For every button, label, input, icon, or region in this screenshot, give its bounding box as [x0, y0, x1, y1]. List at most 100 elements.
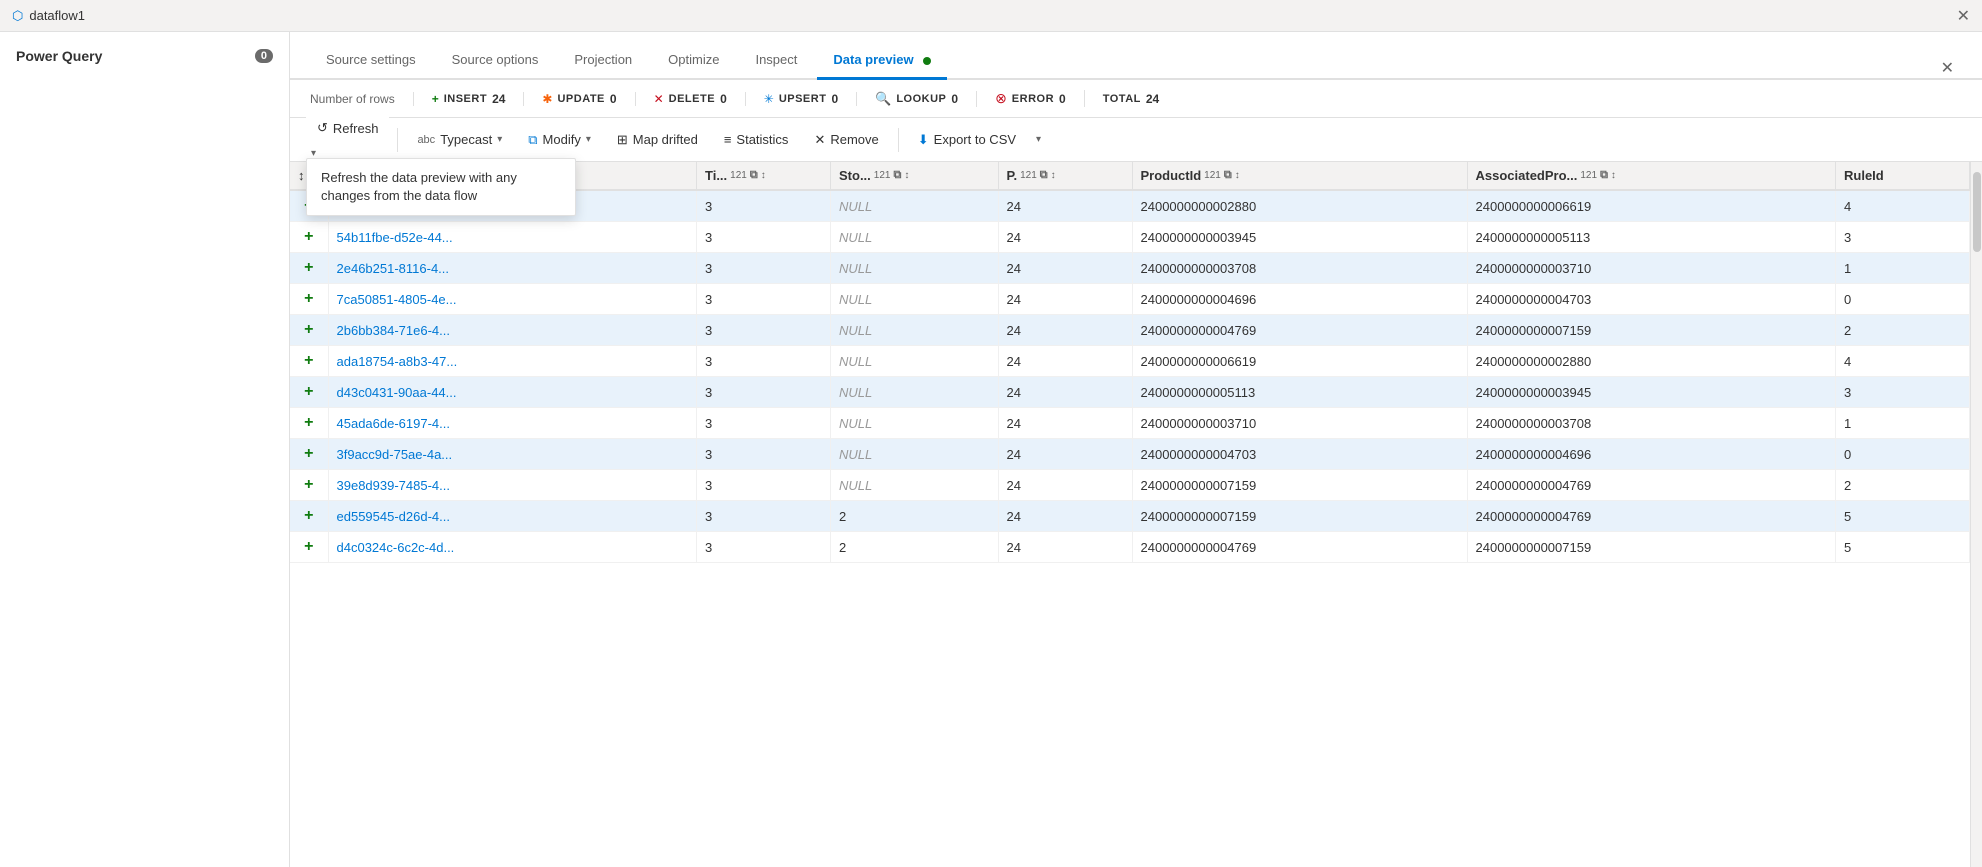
refresh-container: ↺ Refresh ▾ Refresh the data preview wit…	[306, 114, 389, 165]
table-row: + 54b11fbe-d52e-44... 3 NULL 24 24000000…	[290, 222, 1970, 253]
toolbar: ↺ Refresh ▾ Refresh the data preview wit…	[290, 118, 1982, 162]
col-ti-sort-icon[interactable]: ↕	[761, 170, 766, 181]
col-sto-copy-icon[interactable]: ⧉	[893, 169, 901, 182]
stat-lookup-label: LOOKUP	[896, 93, 946, 105]
row-action-9[interactable]: +	[290, 470, 328, 501]
row-rule-id-8: 0	[1836, 439, 1970, 470]
row-action-11[interactable]: +	[290, 532, 328, 563]
tab-optimize[interactable]: Optimize	[652, 42, 735, 80]
col-p-copy-icon[interactable]: ⧉	[1040, 169, 1048, 182]
data-table-container: ↕ RecordId abc ⧉ ↕	[290, 162, 1982, 867]
table-row: + d4c0324c-6c2c-4d... 3 2 24 24000000000…	[290, 532, 1970, 563]
data-table: ↕ RecordId abc ⧉ ↕	[290, 162, 1970, 563]
col-product-id-type: 121	[1204, 170, 1221, 181]
stat-delete: ✕ DELETE 0	[636, 92, 746, 106]
row-associated-pro-6: 2400000000003945	[1467, 377, 1836, 408]
row-p-3: 24	[998, 284, 1132, 315]
row-action-8[interactable]: +	[290, 439, 328, 470]
stat-upsert: ✳ UPSERT 0	[746, 92, 857, 106]
row-action-6[interactable]: +	[290, 377, 328, 408]
map-drifted-icon: ⊞	[617, 132, 628, 148]
stat-total-label: TOTAL	[1103, 93, 1141, 105]
row-action-5[interactable]: +	[290, 346, 328, 377]
table-row: + 2b6bb384-71e6-4... 3 NULL 24 240000000…	[290, 315, 1970, 346]
row-action-4[interactable]: +	[290, 315, 328, 346]
row-record-id-1: 54b11fbe-d52e-44...	[328, 222, 697, 253]
row-record-id-3: 7ca50851-4805-4e...	[328, 284, 697, 315]
col-product-id-sort-icon[interactable]: ↕	[1235, 170, 1240, 181]
row-ti-1: 3	[697, 222, 831, 253]
col-sto-label: Sto...	[839, 168, 871, 183]
update-icon: ✱	[542, 92, 552, 106]
col-p-sort-icon[interactable]: ↕	[1051, 170, 1056, 181]
sort-icon[interactable]: ↕	[298, 168, 305, 183]
row-p-6: 24	[998, 377, 1132, 408]
tab-projection[interactable]: Projection	[558, 42, 648, 80]
row-record-id-2: 2e46b251-8116-4...	[328, 253, 697, 284]
stat-lookup: 🔍 LOOKUP 0	[857, 91, 977, 107]
col-product-id-copy-icon[interactable]: ⧉	[1224, 169, 1232, 182]
stats-bar: Number of rows + INSERT 24 ✱ UPDATE 0 ✕ …	[290, 80, 1982, 118]
row-associated-pro-10: 2400000000004769	[1467, 501, 1836, 532]
tab-inspect[interactable]: Inspect	[739, 42, 813, 80]
row-associated-pro-9: 2400000000004769	[1467, 470, 1836, 501]
tabs-bar: Source settings Source options Projectio…	[290, 32, 1982, 80]
col-associated-pro-sort-icon[interactable]: ↕	[1611, 170, 1616, 181]
upsert-icon: ✳	[764, 92, 774, 106]
col-associated-pro-copy-icon[interactable]: ⧉	[1600, 169, 1608, 182]
row-action-7[interactable]: +	[290, 408, 328, 439]
stat-total: TOTAL 24	[1085, 92, 1178, 106]
scrollbar-thumb[interactable]	[1973, 172, 1981, 252]
row-rule-id-5: 4	[1836, 346, 1970, 377]
delete-icon: ✕	[654, 92, 664, 106]
row-product-id-5: 2400000000006619	[1132, 346, 1467, 377]
map-drifted-button[interactable]: ⊞ Map drifted	[606, 126, 709, 154]
export-csv-button[interactable]: ⬇ Export to CSV	[907, 126, 1027, 154]
modify-icon: ⧉	[528, 132, 537, 148]
table-row: + 45ada6de-6197-4... 3 NULL 24 240000000…	[290, 408, 1970, 439]
tab-source-settings[interactable]: Source settings	[310, 42, 432, 80]
row-p-2: 24	[998, 253, 1132, 284]
col-sto: Sto... 121 ⧉ ↕	[831, 162, 999, 190]
row-record-id-9: 39e8d939-7485-4...	[328, 470, 697, 501]
col-ti-copy-icon[interactable]: ⧉	[750, 169, 758, 182]
row-ti-3: 3	[697, 284, 831, 315]
stat-rows-label: Number of rows	[310, 92, 395, 106]
row-ti-8: 3	[697, 439, 831, 470]
error-icon: ⊗	[995, 90, 1007, 107]
modify-button[interactable]: ⧉ Modify ▾	[517, 126, 602, 154]
col-sto-sort-icon[interactable]: ↕	[904, 170, 909, 181]
tab-data-preview[interactable]: Data preview	[817, 42, 947, 80]
stat-update-label: UPDATE	[557, 93, 604, 105]
row-ti-6: 3	[697, 377, 831, 408]
row-product-id-6: 2400000000005113	[1132, 377, 1467, 408]
stat-error-count: 0	[1059, 92, 1066, 106]
tab-close-icon[interactable]: ✕	[1933, 58, 1962, 78]
tab-source-options[interactable]: Source options	[436, 42, 555, 80]
row-sto-4: NULL	[831, 315, 999, 346]
typecast-type-icon: abc	[417, 134, 435, 146]
row-action-3[interactable]: +	[290, 284, 328, 315]
row-action-10[interactable]: +	[290, 501, 328, 532]
row-rule-id-6: 3	[1836, 377, 1970, 408]
remove-button[interactable]: ✕ Remove	[803, 126, 889, 154]
row-action-2[interactable]: +	[290, 253, 328, 284]
row-action-1[interactable]: +	[290, 222, 328, 253]
row-sto-10: 2	[831, 501, 999, 532]
col-associated-pro: AssociatedPro... 121 ⧉ ↕	[1467, 162, 1836, 190]
statistics-button[interactable]: ≡ Statistics	[713, 126, 800, 153]
toolbar-divider-1	[397, 128, 398, 152]
row-record-id-10: ed559545-d26d-4...	[328, 501, 697, 532]
table-row: + 39e8d939-7485-4... 3 NULL 24 240000000…	[290, 470, 1970, 501]
export-dropdown-button[interactable]: ▾	[1031, 128, 1046, 151]
row-sto-11: 2	[831, 532, 999, 563]
row-p-0: 24	[998, 190, 1132, 222]
close-icon[interactable]: ✕	[1957, 6, 1970, 26]
typecast-button[interactable]: abc Typecast ▾	[406, 126, 513, 153]
stat-lookup-count: 0	[951, 92, 958, 106]
export-chevron-icon: ▾	[1036, 134, 1041, 145]
refresh-button[interactable]: ↺ Refresh	[306, 114, 389, 142]
table-row: + 2e46b251-8116-4... 3 NULL 24 240000000…	[290, 253, 1970, 284]
vertical-scrollbar[interactable]	[1970, 162, 1982, 867]
row-record-id-7: 45ada6de-6197-4...	[328, 408, 697, 439]
